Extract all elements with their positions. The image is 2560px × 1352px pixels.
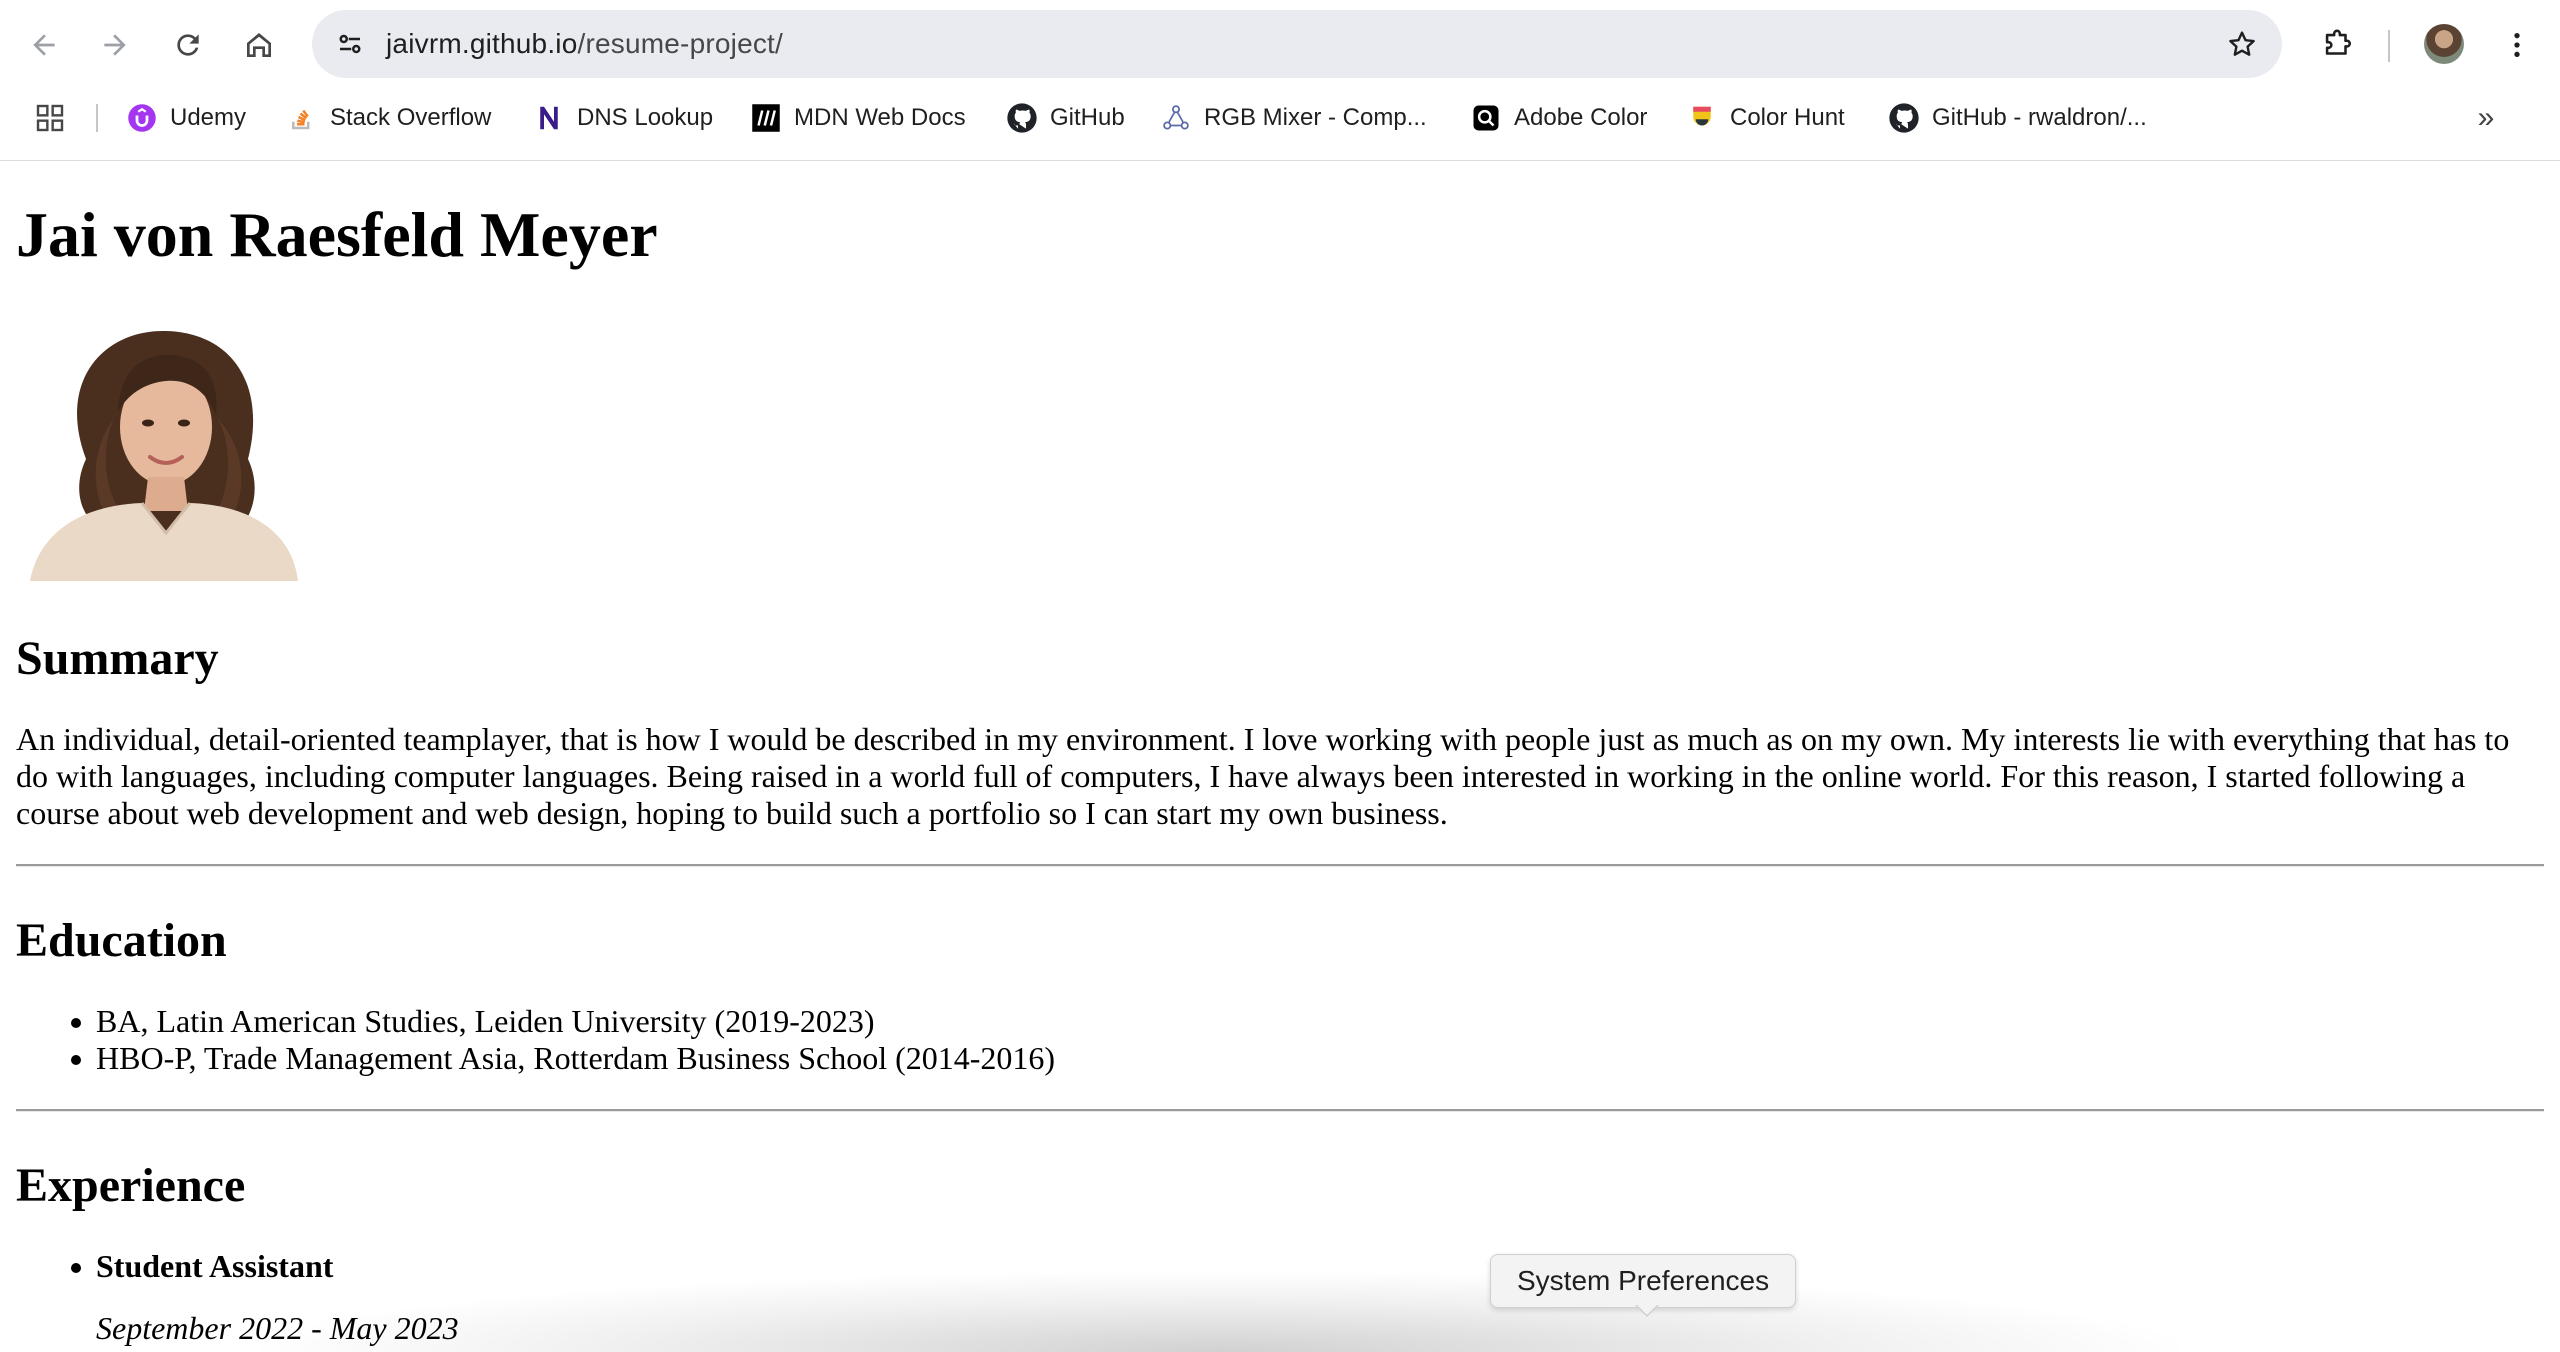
- home-button[interactable]: [236, 22, 282, 68]
- bookmark-star-button[interactable]: [2222, 24, 2262, 64]
- web-page: Jai von Raesfeld Meyer Summary An indivi…: [0, 161, 2560, 1346]
- back-button[interactable]: [21, 22, 67, 68]
- bookmark-label: Stack Overflow: [330, 104, 492, 131]
- arrow-left-icon: [33, 34, 55, 56]
- summary-paragraph: An individual, detail-oriented teamplaye…: [16, 721, 2510, 831]
- summary-heading: Summary: [16, 632, 219, 685]
- reload-icon: [177, 34, 199, 56]
- bookmark-github-rwaldron[interactable]: GitHub - rwaldron/...: [1888, 96, 2147, 140]
- dns-lookup-icon: [533, 102, 565, 134]
- bookmark-label: RGB Mixer - Comp...: [1204, 104, 1427, 131]
- bookmark-udemy[interactable]: Udemy: [126, 96, 246, 140]
- github-icon: [1006, 102, 1038, 134]
- browser-toolbar: jaivrm.github.io/resume-project/: [0, 0, 2560, 90]
- bookmark-mdn[interactable]: MDN Web Docs: [750, 96, 966, 140]
- browser-menu-button[interactable]: [2494, 22, 2540, 68]
- profile-avatar[interactable]: [2424, 24, 2464, 64]
- bookmark-dns-lookup[interactable]: DNS Lookup: [533, 96, 713, 140]
- bookmark-label: Adobe Color: [1514, 104, 1648, 131]
- kebab-menu-icon: [2514, 33, 2520, 57]
- home-icon: [247, 33, 271, 57]
- reload-button[interactable]: [165, 22, 211, 68]
- tooltip-pointer: [1635, 1304, 1659, 1317]
- url-path: /resume-project/: [577, 28, 784, 59]
- experience-heading: Experience: [16, 1159, 246, 1212]
- extensions-button[interactable]: [2314, 22, 2360, 68]
- bookmarks-bar: Udemy Stack Overflow DNS Lookup MDN Web …: [0, 96, 2560, 140]
- url-text[interactable]: jaivrm.github.io/resume-project/: [386, 10, 783, 78]
- education-list: BA, Latin American Studies, Leiden Unive…: [16, 1003, 1055, 1077]
- udemy-icon: [126, 102, 158, 134]
- job-title: Student Assistant: [96, 1248, 334, 1284]
- arrow-right-icon: [104, 34, 126, 56]
- bookmark-rgb-mixer[interactable]: RGB Mixer - Comp...: [1160, 96, 1427, 140]
- bookmark-color-hunt[interactable]: Color Hunt: [1686, 96, 1845, 140]
- section-divider: [16, 1109, 2544, 1112]
- color-hunt-icon: [1686, 102, 1718, 134]
- mdn-icon: [750, 102, 782, 134]
- bookmark-github[interactable]: GitHub: [1006, 96, 1125, 140]
- puzzle-icon: [2325, 29, 2351, 55]
- list-item: HBO-P, Trade Management Asia, Rotterdam …: [16, 1040, 1055, 1077]
- stackoverflow-icon: [286, 102, 318, 134]
- star-icon: [2229, 31, 2255, 56]
- bookmark-label: GitHub: [1050, 104, 1125, 131]
- github-icon: [1888, 102, 1920, 134]
- job-dates: September 2022 - May 2023: [96, 1310, 459, 1346]
- section-divider: [16, 864, 2544, 867]
- bookmarks-divider: [96, 104, 98, 132]
- apps-grid-icon[interactable]: [34, 102, 66, 134]
- more-bookmarks-button[interactable]: »: [2468, 101, 2504, 134]
- bookmark-label: MDN Web Docs: [794, 104, 966, 131]
- browser-chrome: jaivrm.github.io/resume-project/ Udemy S…: [0, 0, 2560, 161]
- bookmark-label: DNS Lookup: [577, 104, 714, 131]
- bookmark-stack-overflow[interactable]: Stack Overflow: [286, 96, 491, 140]
- rgb-mixer-icon: [1160, 102, 1192, 134]
- dock-tooltip: System Preferences: [1490, 1254, 1797, 1308]
- experience-list: Student Assistant: [16, 1248, 333, 1285]
- profile-photo: [16, 319, 308, 581]
- list-item: BA, Latin American Studies, Leiden Unive…: [16, 1003, 1055, 1040]
- toolbar-divider: [2388, 30, 2390, 62]
- forward-button[interactable]: [92, 22, 138, 68]
- bookmark-label: Color Hunt: [1730, 104, 1845, 131]
- bookmark-label: Udemy: [170, 104, 247, 131]
- bookmark-label: GitHub - rwaldron/...: [1932, 104, 2147, 131]
- page-title: Jai von Raesfeld Meyer: [16, 199, 658, 270]
- education-heading: Education: [16, 914, 227, 967]
- url-host: jaivrm.github.io: [386, 28, 578, 59]
- adobe-color-icon: [1470, 102, 1502, 134]
- tune-icon[interactable]: [330, 24, 370, 64]
- bookmark-adobe-color[interactable]: Adobe Color: [1470, 96, 1647, 140]
- address-bar[interactable]: jaivrm.github.io/resume-project/: [312, 10, 2282, 78]
- list-item: Student Assistant: [16, 1248, 333, 1285]
